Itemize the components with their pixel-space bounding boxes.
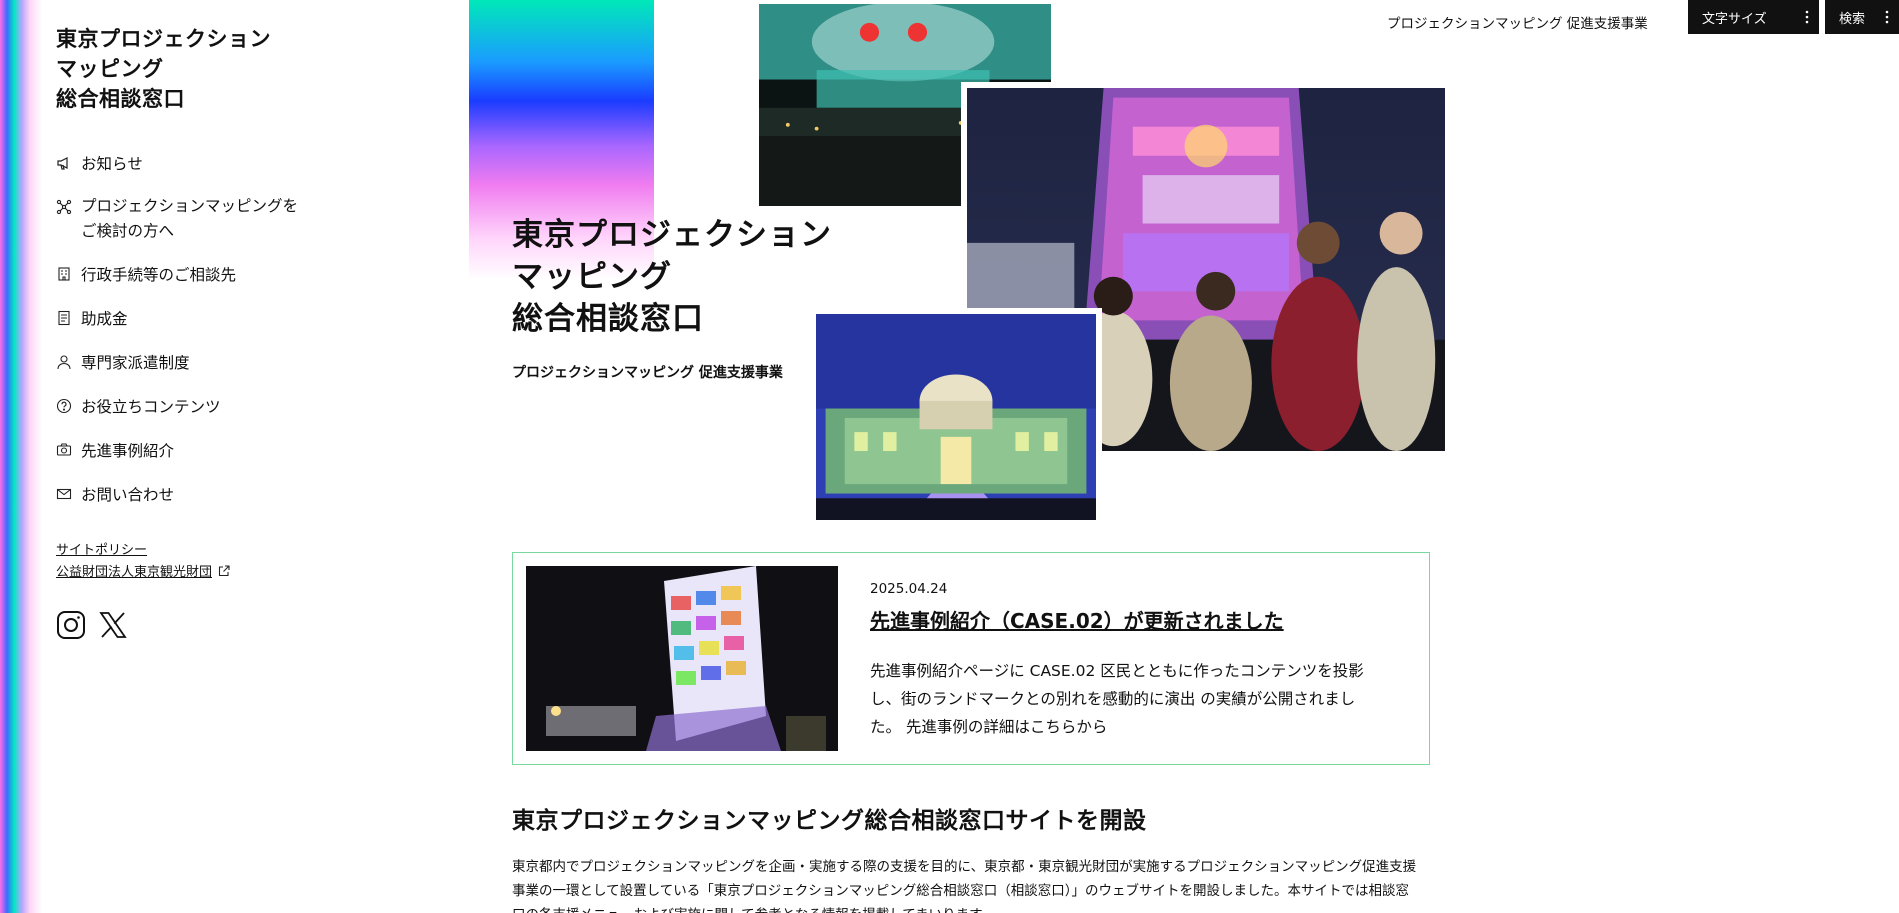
sidebar-item-label: プロジェクションマッピングを ご検討の方へ: [81, 194, 301, 244]
hero-subtitle: プロジェクションマッピング 促進支援事業: [512, 365, 783, 381]
hero-photo-building: [810, 308, 1102, 526]
news-thumbnail: [526, 566, 838, 751]
instagram-icon[interactable]: [56, 610, 86, 640]
sidebar-item-label: 先進事例紹介: [81, 442, 175, 460]
megaphone-icon: [56, 155, 72, 171]
more-vertical-icon: [1805, 10, 1809, 24]
site-title-line: 総合相談窓口: [56, 87, 185, 111]
social-links: [56, 610, 386, 640]
building-icon: [56, 266, 72, 282]
sidebar-item-expert[interactable]: 専門家派遣制度: [56, 351, 386, 376]
search-button[interactable]: 検索: [1825, 0, 1899, 34]
site-logo-title[interactable]: 東京プロジェクション マッピング 総合相談窓口: [56, 24, 316, 114]
site-policy-link[interactable]: サイトポリシー: [56, 540, 386, 562]
rainbow-stripe: [0, 0, 42, 913]
page: 東京プロジェクション マッピング 総合相談窓口 お知らせ プロジェクションマッピ…: [0, 0, 1899, 913]
search-button-label: 検索: [1839, 11, 1866, 27]
question-circle-icon: [56, 398, 72, 414]
person-icon: [56, 354, 72, 370]
sidebar-item-label-line: プロジェクションマッピングを: [81, 197, 299, 215]
site-title-line: 東京プロジェクション: [56, 27, 271, 51]
section-title: 東京プロジェクションマッピング総合相談窓口サイトを開設: [512, 808, 1147, 834]
hero-title-line: マッピング: [512, 259, 672, 295]
document-icon: [56, 310, 72, 326]
news-title-link[interactable]: 先進事例紹介（CASE.02）が更新されました: [870, 605, 1284, 634]
foundation-link-label: 公益財団法人東京観光財団: [56, 565, 213, 580]
news-date: 2025.04.24: [870, 581, 948, 597]
more-vertical-icon: [1885, 10, 1889, 24]
hero-title-line: 総合相談窓口: [512, 301, 704, 337]
sidebar-item-news[interactable]: お知らせ: [56, 152, 386, 177]
foundation-link[interactable]: 公益財団法人東京観光財団: [56, 562, 386, 584]
sidebar-item-considering[interactable]: プロジェクションマッピングを ご検討の方へ: [56, 196, 386, 244]
sidebar-item-label: お知らせ: [81, 155, 143, 173]
sidebar-nav: お知らせ プロジェクションマッピングを ご検討の方へ 行政手続等のご相談先 助成…: [56, 152, 386, 508]
sidebar-item-label: 行政手続等のご相談先: [81, 266, 237, 284]
sidebar-item-label: 助成金: [81, 310, 128, 328]
news-body: 先進事例紹介ページに CASE.02 区民とともに作ったコンテンツを投影し、街の…: [870, 662, 1364, 736]
sidebar-item-label: 専門家派遣制度: [81, 354, 190, 372]
x-icon[interactable]: [98, 610, 128, 640]
sidebar-item-label-line: ご検討の方へ: [81, 222, 175, 240]
sidebar-item-cases[interactable]: 先進事例紹介: [56, 439, 386, 464]
news-card[interactable]: 2025.04.24 先進事例紹介（CASE.02）が更新されました 先進事例紹…: [512, 552, 1430, 765]
sidebar-item-label: お役立ちコンテンツ: [81, 398, 221, 416]
sidebar-item-admin[interactable]: 行政手続等のご相談先: [56, 263, 386, 288]
font-size-button-label: 文字サイズ: [1702, 11, 1767, 27]
mail-icon: [56, 486, 72, 502]
sidebar-item-useful[interactable]: お役立ちコンテンツ: [56, 395, 386, 420]
font-size-button[interactable]: 文字サイズ: [1688, 0, 1819, 34]
hero-title: 東京プロジェクション マッピング 総合相談窓口: [512, 214, 832, 340]
external-link-icon: [218, 565, 230, 577]
sidebar-item-label: お問い合わせ: [81, 486, 175, 504]
camera-icon: [56, 442, 72, 458]
network-icon: [56, 199, 72, 215]
hero-title-line: 東京プロジェクション: [512, 217, 832, 253]
sidebar-item-contact[interactable]: お問い合わせ: [56, 483, 386, 508]
footer-links: サイトポリシー 公益財団法人東京観光財団: [56, 540, 386, 584]
sidebar-item-subsidy[interactable]: 助成金: [56, 307, 386, 332]
section-body: 東京都内でプロジェクションマッピングを企画・実施する際の支援を目的に、東京都・東…: [512, 859, 1417, 913]
sidebar: 東京プロジェクション マッピング 総合相談窓口 お知らせ プロジェクションマッピ…: [56, 24, 386, 640]
site-title-line: マッピング: [56, 57, 164, 81]
header-tagline: プロジェクションマッピング 促進支援事業: [1387, 16, 1648, 32]
